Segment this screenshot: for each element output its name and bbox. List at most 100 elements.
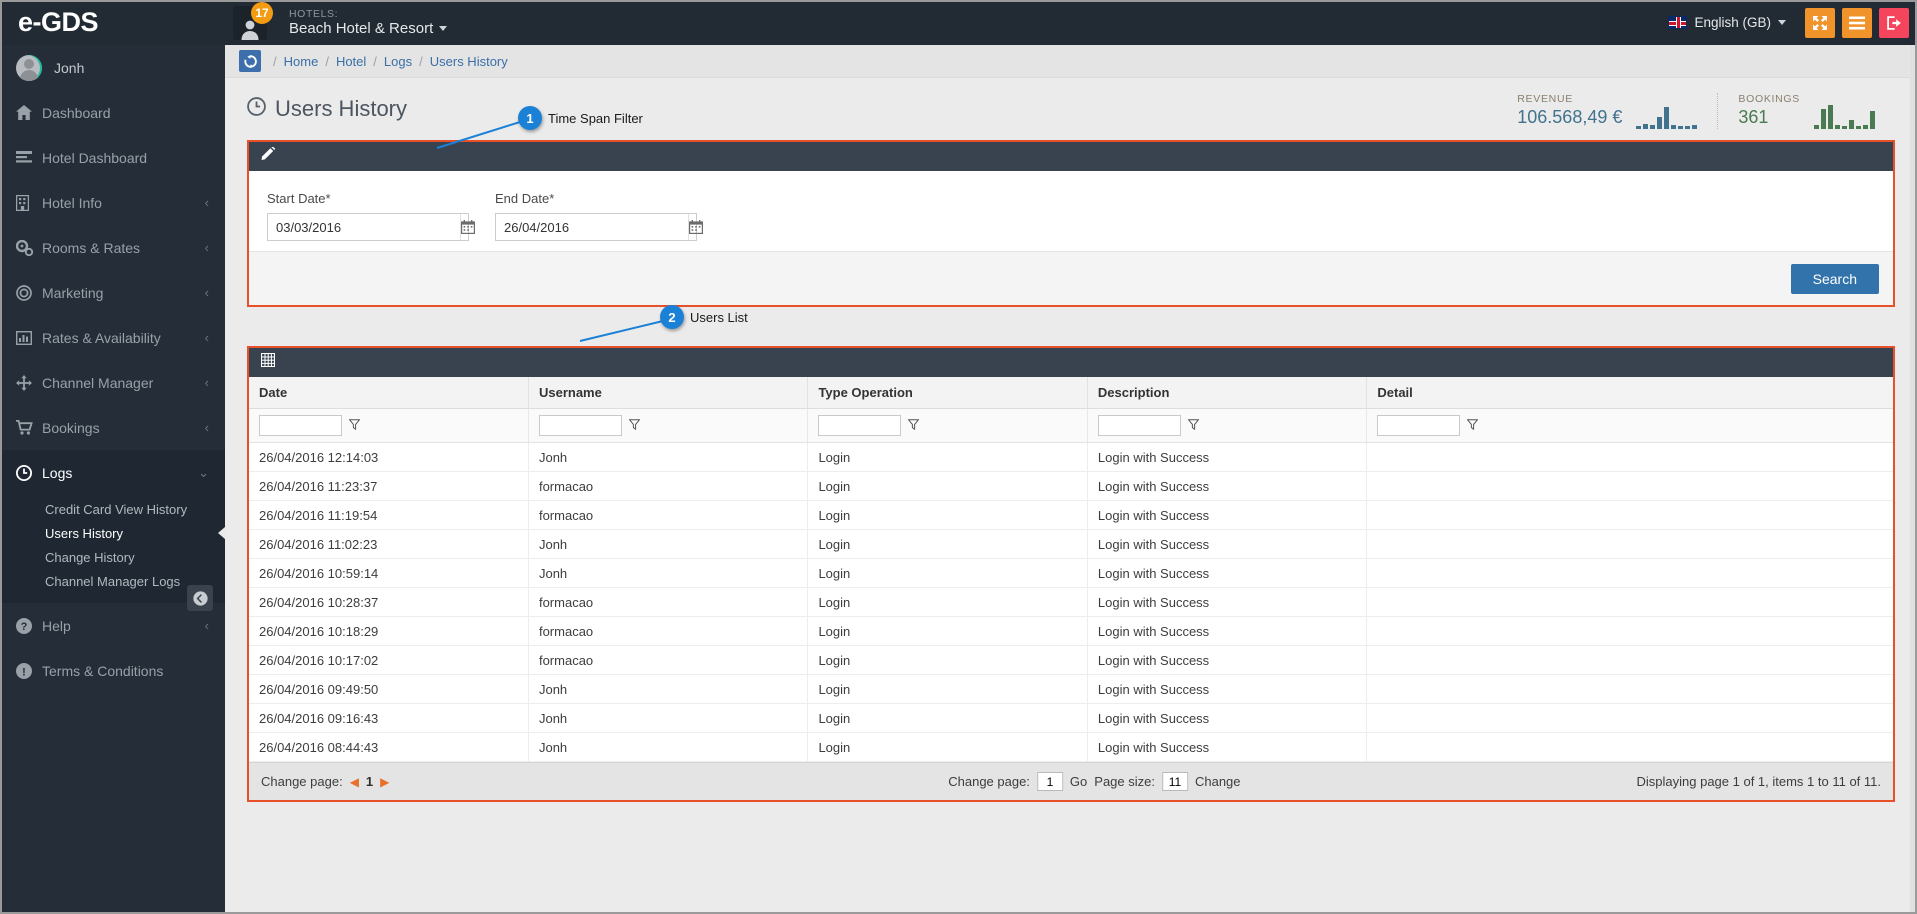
sidebar-subitem-label: Credit Card View History — [45, 501, 188, 517]
table-row[interactable]: 26/04/2016 11:23:37 formacao Login Login wi… — [249, 471, 1893, 501]
menu-button[interactable] — [1842, 7, 1872, 38]
sidebar-item-rates-availability[interactable]: Rates & Availability ‹ — [0, 315, 225, 360]
sidebar-item-users-history[interactable]: Users History — [0, 521, 225, 545]
sidebar-collapse-button[interactable] — [187, 585, 213, 611]
filter-input-description[interactable] — [1097, 415, 1181, 436]
cell-description: Login with Success — [1087, 703, 1368, 733]
fullscreen-button[interactable] — [1805, 7, 1835, 38]
page-number-input[interactable] — [1036, 772, 1063, 791]
sidebar-item-label: Bookings — [42, 419, 100, 436]
breadcrumb-item-hotel[interactable]: Hotel — [336, 54, 366, 69]
logout-button[interactable] — [1879, 7, 1909, 38]
funnel-icon[interactable] — [348, 417, 361, 435]
cell-description: Login with Success — [1087, 442, 1368, 472]
breadcrumb-item-home[interactable]: Home — [284, 54, 319, 69]
grid-panel-header — [249, 348, 1893, 377]
sidebar-item-rooms-rates[interactable]: Rooms & Rates ‹ — [0, 225, 225, 270]
sidebar-profile[interactable]: Jonh — [0, 45, 225, 90]
main-content: / Home / Hotel / Logs / Users History Us… — [225, 45, 1917, 914]
svg-text:!: ! — [22, 666, 26, 678]
column-header-username[interactable]: Username — [528, 377, 809, 409]
filter-input-detail[interactable] — [1377, 415, 1461, 436]
calendar-icon[interactable] — [688, 214, 703, 240]
breadcrumb-item-users-history[interactable]: Users History — [430, 54, 508, 69]
cell-detail — [1366, 674, 1893, 704]
page-scrollbar[interactable] — [1910, 45, 1917, 914]
page-title-text: Users History — [275, 96, 408, 121]
table-row[interactable]: 26/04/2016 11:19:54 formacao Login Login wi… — [249, 500, 1893, 530]
sidebar-item-arrow: ‹ — [204, 330, 209, 345]
search-button[interactable]: Search — [1790, 263, 1879, 294]
sidebar-item-channel-manager[interactable]: Channel Manager ‹ — [0, 360, 225, 405]
hotel-selector[interactable]: HOTELS: Beach Hotel & Resort — [289, 8, 448, 37]
table-row[interactable]: 26/04/2016 08:44:43 Jonh Login Login with S… — [249, 732, 1893, 762]
language-label: English (GB) — [1694, 15, 1771, 30]
cell-description: Login with Success — [1087, 471, 1368, 501]
column-header-type-operation[interactable]: Type Operation — [807, 377, 1088, 409]
sidebar-item-bookings[interactable]: Bookings ‹ — [0, 405, 225, 450]
sidebar-item-hotel-info[interactable]: Hotel Info ‹ — [0, 180, 225, 225]
sidebar-item-logs[interactable]: Logs ⌄ — [0, 450, 225, 495]
filter-input-username[interactable] — [538, 415, 622, 436]
breadcrumb-sep: / — [419, 53, 423, 69]
chevron-down-icon — [439, 26, 448, 32]
breadcrumb-item-logs[interactable]: Logs — [384, 54, 412, 69]
brand-logo[interactable]: e-GDS — [0, 0, 225, 45]
refresh-button[interactable] — [239, 50, 261, 72]
topbar-actions: English (GB) — [1668, 0, 1917, 45]
cell-type-operation: Login — [807, 645, 1088, 675]
cell-type-operation: Login — [807, 442, 1088, 472]
sidebar-item-marketing[interactable]: Marketing ‹ — [0, 270, 225, 315]
user-notifications[interactable]: 17 — [225, 0, 275, 45]
hotel-name-text: Beach Hotel & Resort — [289, 19, 434, 37]
end-date-field: End Date* — [495, 191, 703, 241]
cell-detail — [1366, 732, 1893, 762]
table-row[interactable]: 26/04/2016 10:59:14 Jonh Login Login with S… — [249, 558, 1893, 588]
cell-username: Jonh — [528, 558, 809, 588]
cell-date: 26/04/2016 09:49:50 — [249, 674, 529, 704]
page-title: Users History — [247, 96, 407, 122]
funnel-icon[interactable] — [907, 417, 920, 435]
cell-type-operation: Login — [807, 529, 1088, 559]
table-row[interactable]: 26/04/2016 11:02:23 Jonh Login Login with S… — [249, 529, 1893, 559]
start-date-input[interactable] — [268, 214, 460, 240]
sidebar-item-terms-conditions[interactable]: ! Terms & Conditions — [0, 648, 225, 693]
table-row[interactable]: 26/04/2016 10:17:02 formacao Login Login wi… — [249, 645, 1893, 675]
cell-description: Login with Success — [1087, 587, 1368, 617]
cell-detail — [1366, 703, 1893, 733]
column-header-date[interactable]: Date — [249, 377, 529, 409]
stat-value: 106.568,49 € — [1517, 107, 1623, 128]
arrow-circle-left-icon — [192, 590, 208, 606]
pager-left: Change page: ◀ 1 ▶ — [261, 774, 389, 789]
prev-page-button[interactable]: ◀ — [350, 775, 359, 789]
column-header-detail[interactable]: Detail — [1366, 377, 1893, 409]
go-button[interactable]: Go — [1070, 774, 1087, 789]
application-window: e-GDS 17 HOTELS: Beach Hotel & Resort En… — [0, 0, 1917, 914]
filter-input-date[interactable] — [259, 415, 342, 436]
breadcrumb: / Home / Hotel / Logs / Users History — [269, 54, 508, 69]
sidebar-item-dashboard[interactable]: Dashboard — [0, 90, 225, 135]
cell-date: 26/04/2016 11:23:37 — [249, 471, 529, 501]
filter-input-type-operation[interactable] — [818, 415, 902, 436]
column-header-description[interactable]: Description — [1087, 377, 1368, 409]
cell-username: formacao — [528, 616, 809, 646]
sidebar-item-credit-card-view-history[interactable]: Credit Card View History — [0, 497, 225, 521]
table-row[interactable]: 26/04/2016 09:49:50 Jonh Login Login with S… — [249, 674, 1893, 704]
funnel-icon[interactable] — [628, 417, 641, 435]
table-row[interactable]: 26/04/2016 12:14:03 Jonh Login Login with S… — [249, 442, 1893, 472]
funnel-icon[interactable] — [1466, 417, 1479, 435]
language-selector[interactable]: English (GB) — [1668, 15, 1786, 30]
page-size-input[interactable] — [1161, 772, 1188, 791]
next-page-button[interactable]: ▶ — [380, 775, 389, 789]
sidebar-item-change-history[interactable]: Change History — [0, 545, 225, 569]
end-date-input[interactable] — [496, 214, 688, 240]
funnel-icon[interactable] — [1187, 417, 1200, 435]
table-row[interactable]: 26/04/2016 09:16:43 Jonh Login Login with S… — [249, 703, 1893, 733]
table-row[interactable]: 26/04/2016 10:18:29 formacao Login Login wi… — [249, 616, 1893, 646]
sidebar-item-hotel-dashboard[interactable]: Hotel Dashboard — [0, 135, 225, 180]
current-page-number[interactable]: 1 — [366, 774, 373, 789]
stat-bookings: BOOKINGS 361 — [1717, 93, 1895, 129]
table-row[interactable]: 26/04/2016 10:28:37 formacao Login Login wi… — [249, 587, 1893, 617]
change-page-size-button[interactable]: Change — [1195, 774, 1241, 789]
calendar-icon[interactable] — [460, 214, 475, 240]
